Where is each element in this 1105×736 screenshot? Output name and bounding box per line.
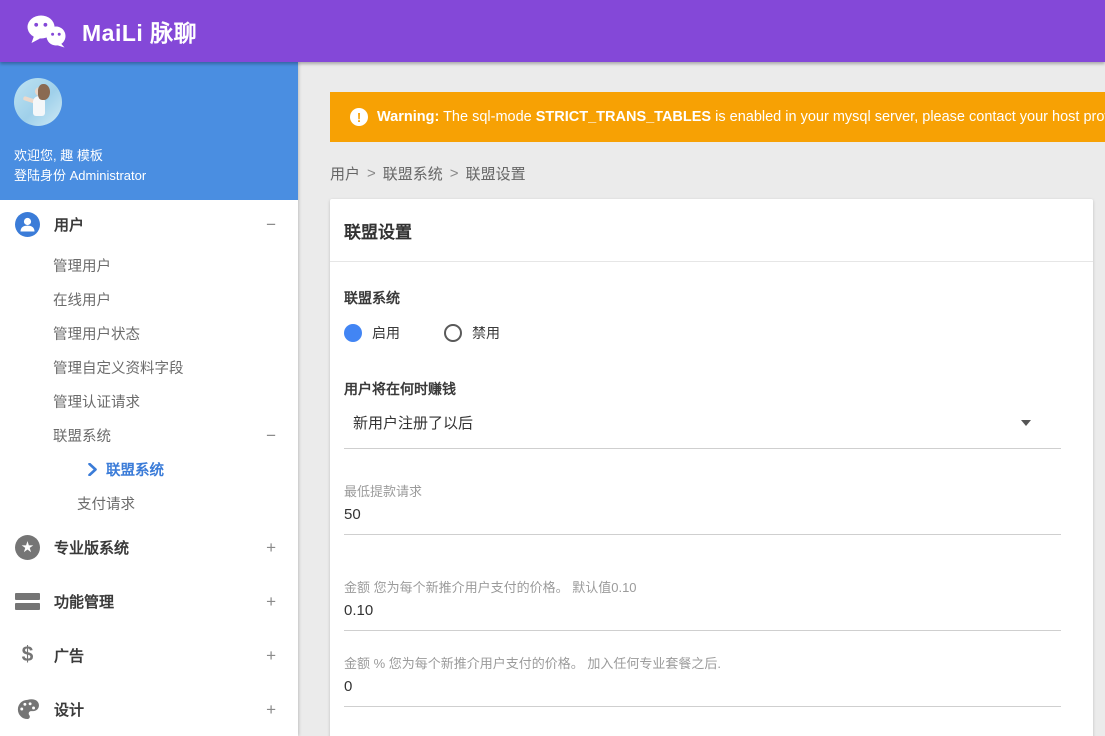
radio-checked-icon[interactable] <box>344 324 362 342</box>
sidebar-item-manage-user-status[interactable]: 管理用户状态 <box>0 316 298 350</box>
sidebar-item-users[interactable]: 用户 − <box>0 200 298 248</box>
breadcrumb-users[interactable]: 用户 <box>330 163 360 184</box>
chevron-down-icon <box>1021 419 1031 426</box>
sidebar-item-affiliates-group[interactable]: 联盟系统 − <box>0 418 298 452</box>
breadcrumb-affiliate-settings: 联盟设置 <box>465 166 526 183</box>
breadcrumb-separator: > <box>367 165 376 182</box>
dollar-icon: $ <box>21 643 34 666</box>
referral-amount-input[interactable] <box>344 602 1061 631</box>
sidebar-item-online-users[interactable]: 在线用户 <box>0 282 298 316</box>
brand-logo[interactable]: MaiLi 脉聊 <box>26 14 197 48</box>
warning-banner: ! Warning: The sql-mode STRICT_TRANS_TAB… <box>330 92 1105 142</box>
sidebar: 欢迎您, 趣 模板 登陆身份 Administrator 用户 − 管理用户 在… <box>0 62 298 736</box>
sidebar-item-manage-users[interactable]: 管理用户 <box>0 248 298 282</box>
user-icon <box>15 211 40 237</box>
expand-plus-icon[interactable]: + <box>266 539 276 556</box>
breadcrumb: 用户 > 联盟系统 > 联盟设置 <box>330 163 1105 184</box>
star-icon: ★ <box>15 534 40 560</box>
brand-title: MaiLi 脉聊 <box>82 20 198 46</box>
palette-icon <box>15 697 40 722</box>
affiliate-settings-card: 联盟设置 联盟系统 启用 禁用 用户将在何时赚钱 新用户注册了以后 最低提款请求… <box>330 199 1093 736</box>
min-withdrawal-input[interactable] <box>344 506 1061 535</box>
breadcrumb-affiliates[interactable]: 联盟系统 <box>383 163 443 184</box>
min-withdrawal-field: 最低提款请求 <box>344 481 1061 535</box>
sidebar-item-label: 用户 <box>54 216 85 234</box>
collapse-minus-icon[interactable]: − <box>266 216 276 233</box>
expand-plus-icon[interactable]: + <box>266 701 276 718</box>
bars-icon <box>15 589 40 614</box>
sidebar-item-payment-requests[interactable]: 支付请求 <box>0 486 298 520</box>
sidebar-menu: 用户 − 管理用户 在线用户 管理用户状态 管理自定义资料字段 管理认证请求 联… <box>0 200 298 736</box>
referral-amount-label: 金额 您为每个新推介用户支付的价格。 默认值0.10 <box>344 580 637 595</box>
wechat-logo-icon <box>26 14 68 48</box>
chevron-right-icon <box>88 462 97 476</box>
warning-text: Warning: The sql-mode STRICT_TRANS_TABLE… <box>377 109 1105 125</box>
main-content: ! Warning: The sql-mode STRICT_TRANS_TAB… <box>298 62 1105 736</box>
radio-enable[interactable]: 启用 <box>344 323 400 343</box>
referral-percent-field: 金额 % 您为每个新推介用户支付的价格。 加入任何专业套餐之后. <box>344 653 1061 707</box>
earn-when-value: 新用户注册了以后 <box>353 415 474 432</box>
card-title: 联盟设置 <box>330 199 1093 262</box>
collapse-minus-icon[interactable]: − <box>266 427 276 444</box>
top-header-bar: MaiLi 脉聊 <box>0 0 1105 62</box>
welcome-text: 欢迎您, 趣 模板 <box>14 148 103 163</box>
user-avatar[interactable] <box>14 78 62 126</box>
earn-when-label: 用户将在何时赚钱 <box>344 381 456 397</box>
referral-percent-input[interactable] <box>344 678 1061 707</box>
expand-plus-icon[interactable]: + <box>266 593 276 610</box>
min-withdrawal-label: 最低提款请求 <box>344 484 423 499</box>
sidebar-item-affiliates-settings-active[interactable]: 联盟系统 <box>0 452 298 486</box>
sidebar-item-pro-system[interactable]: ★ 专业版系统 + <box>0 520 298 574</box>
exclamation-circle-icon: ! <box>350 108 368 126</box>
breadcrumb-separator: > <box>449 165 459 182</box>
role-text: 登陆身份 Administrator <box>14 168 147 183</box>
radio-disable[interactable]: 禁用 <box>444 323 500 343</box>
radio-unchecked-icon[interactable] <box>444 324 462 342</box>
expand-plus-icon[interactable]: + <box>266 647 276 664</box>
sidebar-item-manage-verification[interactable]: 管理认证请求 <box>0 384 298 418</box>
sidebar-profile-panel: 欢迎您, 趣 模板 登陆身份 Administrator <box>0 62 298 200</box>
sidebar-item-manage-custom-fields[interactable]: 管理自定义资料字段 <box>0 350 298 384</box>
sidebar-item-design[interactable]: 设计 + <box>0 682 298 736</box>
referral-amount-field: 金额 您为每个新推介用户支付的价格。 默认值0.10 <box>344 577 1061 631</box>
sidebar-item-ads[interactable]: $ 广告 + <box>0 628 298 682</box>
affiliate-system-radio-group: 启用 禁用 <box>344 323 1075 343</box>
affiliate-system-label: 联盟系统 <box>344 290 400 306</box>
earn-when-select[interactable]: 新用户注册了以后 <box>344 412 1061 449</box>
sidebar-item-features[interactable]: 功能管理 + <box>0 574 298 628</box>
referral-percent-label: 金额 % 您为每个新推介用户支付的价格。 加入任何专业套餐之后. <box>344 656 722 671</box>
